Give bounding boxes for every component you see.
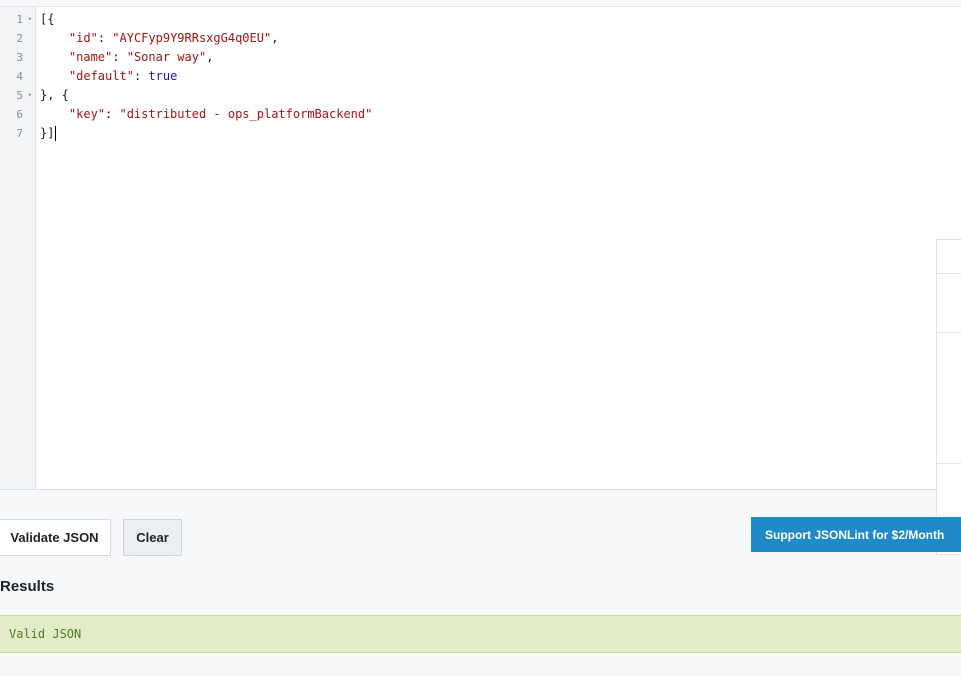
code-line-5: }, {	[40, 86, 69, 105]
json-editor[interactable]: 1 ▾ 2 3 4 5 ▾ 6 7 [{"id": "AYCFyp9Y9RRs…	[0, 7, 961, 490]
code-line-6: "key": "distributed - ops_platformBacken…	[40, 105, 372, 124]
separator: :	[112, 50, 127, 64]
panel-divider	[937, 332, 961, 333]
jsonlint-page: 1 ▾ 2 3 4 5 ▾ 6 7 [{"id": "AYCFyp9Y9RRs…	[0, 0, 961, 676]
line-number: 3	[16, 51, 23, 64]
json-boolean-value: true	[148, 69, 178, 83]
line-number: 6	[16, 108, 23, 121]
punctuation: ,	[271, 31, 279, 45]
json-string-value: "Sonar way"	[126, 50, 207, 64]
line-number-gutter: 1 ▾ 2 3 4 5 ▾ 6 7	[0, 7, 36, 489]
separator: :	[105, 107, 120, 121]
floating-share-panel[interactable]	[936, 239, 961, 555]
gutter-line-5: 5 ▾	[0, 86, 35, 105]
json-string-value: "distributed - ops_platformBackend"	[119, 107, 373, 121]
separator: :	[97, 31, 113, 45]
separator: :	[133, 69, 149, 83]
results-message: Valid JSON	[0, 615, 961, 653]
gutter-line-4: 4	[0, 67, 35, 86]
panel-divider	[937, 273, 961, 274]
punctuation: ,	[206, 50, 214, 64]
line-number: 7	[16, 127, 23, 140]
line-number: 1	[16, 13, 23, 26]
fold-toggle-icon[interactable]: ▾	[28, 86, 32, 105]
support-jsonlint-button[interactable]: Support JSONLint for $2/Month	[751, 517, 961, 552]
json-key: "id"	[68, 31, 98, 45]
json-key: "default"	[68, 69, 134, 83]
panel-divider	[937, 463, 961, 464]
gutter-line-6: 6	[0, 105, 35, 124]
gutter-line-1: 1 ▾	[0, 10, 35, 29]
gutter-line-3: 3	[0, 48, 35, 67]
code-text: }, {	[40, 88, 69, 102]
gutter-line-7: 7	[0, 124, 35, 143]
top-divider	[0, 0, 961, 7]
line-number: 4	[16, 70, 23, 83]
fold-toggle-icon[interactable]: ▾	[28, 10, 32, 29]
code-line-4: "default": true	[40, 67, 177, 86]
json-string-value: "AYCFyp9Y9RRsxgG4q0EU"	[112, 31, 272, 45]
json-key: "name"	[68, 50, 113, 64]
code-line-1: [{	[40, 10, 54, 29]
gutter-line-2: 2	[0, 29, 35, 48]
clear-button[interactable]: Clear	[123, 519, 182, 556]
json-key: "key"	[68, 107, 106, 121]
validate-json-button[interactable]: Validate JSON	[0, 519, 111, 556]
code-line-7: }]	[40, 124, 57, 143]
code-text: }]	[40, 126, 55, 140]
code-line-3: "name": "Sonar way",	[40, 48, 214, 67]
line-number: 5	[16, 89, 23, 102]
code-line-2: "id": "AYCFyp9Y9RRsxgG4q0EU",	[40, 29, 279, 48]
code-text: [{	[40, 12, 55, 26]
line-number: 2	[16, 32, 23, 45]
text-cursor	[55, 126, 57, 141]
results-heading: Results	[0, 578, 55, 595]
